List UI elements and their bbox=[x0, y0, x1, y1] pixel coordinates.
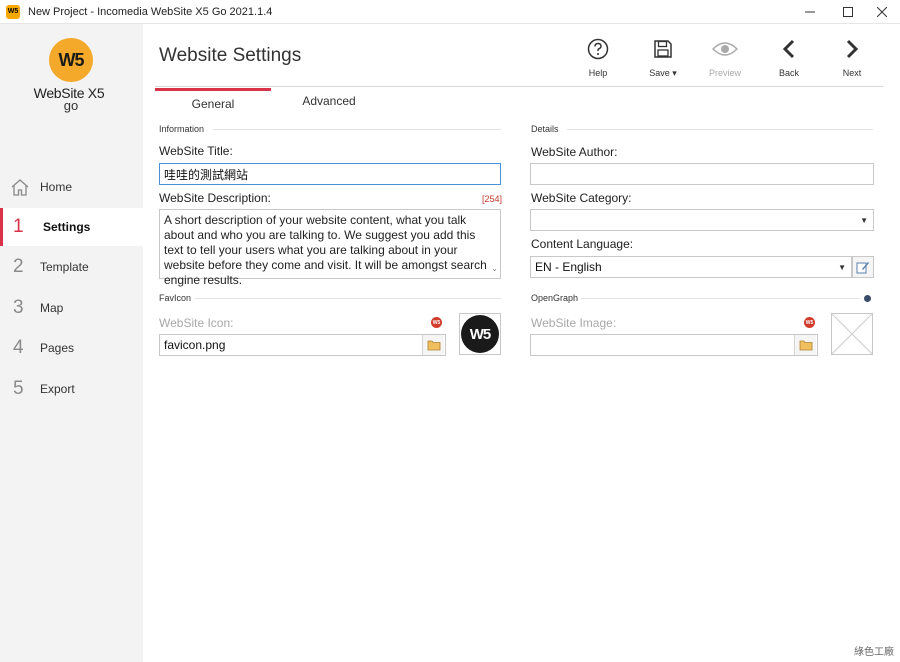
preview-button[interactable]: Preview bbox=[700, 36, 750, 78]
folder-icon bbox=[427, 340, 440, 351]
sidebar-item-label: Pages bbox=[40, 341, 75, 355]
window-title: New Project - Incomedia WebSite X5 Go 20… bbox=[28, 5, 273, 18]
logo-mark: W5 bbox=[49, 38, 93, 82]
favicon-preview: W5 bbox=[459, 313, 501, 355]
main-panel: Website Settings Help Save ▾ Preview Bac… bbox=[143, 24, 900, 662]
section-details: Details bbox=[531, 124, 559, 134]
content-language-label: Content Language: bbox=[531, 237, 634, 251]
chevron-left-icon bbox=[764, 36, 814, 62]
description-text: A short description of your website cont… bbox=[164, 213, 487, 287]
close-icon bbox=[877, 7, 887, 17]
website-category-select[interactable]: ▼ bbox=[530, 209, 874, 231]
scroll-down-icon[interactable]: ⌄ bbox=[491, 261, 498, 276]
sidebar-item-home[interactable]: Home bbox=[0, 168, 143, 206]
title-bar: W5 New Project - Incomedia WebSite X5 Go… bbox=[0, 0, 900, 24]
tab-advanced[interactable]: Advanced bbox=[271, 88, 387, 112]
sidebar-item-label: Settings bbox=[43, 220, 91, 234]
step-number: 1 bbox=[13, 216, 24, 237]
step-number: 5 bbox=[13, 378, 24, 399]
browse-icon-button[interactable] bbox=[422, 335, 444, 355]
icon-filename: favicon.png bbox=[164, 338, 226, 352]
website-image-input[interactable] bbox=[530, 334, 818, 356]
website-title-label: WebSite Title: bbox=[159, 144, 233, 158]
home-icon bbox=[0, 178, 40, 196]
chevron-right-icon bbox=[827, 36, 877, 62]
content-language-select[interactable]: EN - English ▼ bbox=[530, 256, 852, 278]
app-logo: W5 WebSite X5 go bbox=[34, 38, 107, 128]
minimize-button[interactable] bbox=[792, 0, 828, 24]
edit-language-button[interactable] bbox=[852, 256, 874, 278]
dropdown-arrow-icon: ▼ bbox=[838, 263, 846, 272]
section-divider bbox=[581, 298, 859, 299]
tab-label: Advanced bbox=[302, 94, 356, 108]
sidebar-item-label: Home bbox=[40, 180, 73, 194]
w5-badge-icon: W5 bbox=[804, 317, 815, 328]
preview-label: Preview bbox=[708, 68, 741, 78]
opengraph-info-icon[interactable] bbox=[863, 292, 872, 302]
website-description-textarea[interactable]: A short description of your website cont… bbox=[159, 209, 501, 287]
eye-icon bbox=[700, 36, 750, 62]
image-placeholder bbox=[831, 313, 873, 355]
save-icon bbox=[638, 36, 688, 62]
save-button[interactable]: Save ▾ bbox=[638, 36, 688, 79]
browse-image-button[interactable] bbox=[794, 335, 816, 355]
sidebar: W5 WebSite X5 go Home 1 Settings 2 Templ… bbox=[0, 24, 143, 662]
back-button[interactable]: Back bbox=[764, 36, 814, 78]
next-label: Next bbox=[842, 68, 862, 78]
favicon-preview-logo: W5 bbox=[461, 315, 499, 353]
sidebar-item-template[interactable]: 2 Template bbox=[0, 248, 143, 286]
sidebar-item-label: Template bbox=[40, 260, 89, 274]
help-label: Help bbox=[588, 68, 608, 78]
sidebar-item-pages[interactable]: 4 Pages bbox=[0, 329, 143, 367]
app-icon: W5 bbox=[6, 4, 20, 19]
minimize-icon bbox=[805, 11, 815, 13]
step-number: 4 bbox=[13, 337, 24, 358]
sidebar-item-map[interactable]: 3 Map bbox=[0, 289, 143, 327]
page-title: Website Settings bbox=[159, 45, 302, 66]
website-author-input[interactable] bbox=[530, 163, 874, 185]
step-number: 2 bbox=[13, 256, 24, 277]
help-button[interactable]: Help bbox=[573, 36, 623, 78]
next-button[interactable]: Next bbox=[827, 36, 877, 78]
save-label: Save ▾ bbox=[649, 68, 677, 78]
maximize-button[interactable] bbox=[830, 0, 866, 24]
folder-icon bbox=[799, 340, 812, 351]
website-image-label: WebSite Image: bbox=[531, 316, 617, 330]
edit-icon bbox=[856, 262, 869, 274]
back-label: Back bbox=[778, 68, 799, 78]
section-divider bbox=[213, 129, 501, 130]
sidebar-item-export[interactable]: 5 Export bbox=[0, 370, 143, 408]
watermark: 綠色工廠 bbox=[854, 647, 894, 658]
tab-label: General bbox=[191, 97, 235, 111]
website-description-label: WebSite Description: bbox=[159, 191, 271, 205]
section-favicon: FavIcon bbox=[159, 293, 192, 303]
section-divider bbox=[567, 129, 873, 130]
description-char-counter: [254] bbox=[482, 194, 503, 204]
section-divider bbox=[195, 298, 501, 299]
sidebar-item-settings[interactable]: 1 Settings bbox=[0, 208, 143, 246]
empty-image-icon bbox=[831, 313, 873, 355]
maximize-icon bbox=[843, 7, 853, 17]
website-category-label: WebSite Category: bbox=[531, 191, 632, 205]
section-information: Information bbox=[159, 124, 205, 134]
website-title-input[interactable] bbox=[159, 163, 501, 185]
close-button[interactable] bbox=[864, 0, 900, 24]
help-icon bbox=[573, 36, 623, 62]
website-icon-input[interactable]: favicon.png bbox=[159, 334, 446, 356]
header-divider bbox=[155, 86, 883, 87]
language-value: EN - English bbox=[535, 260, 602, 274]
sidebar-item-label: Map bbox=[40, 301, 64, 315]
sidebar-item-label: Export bbox=[40, 382, 75, 396]
tab-general[interactable]: General bbox=[155, 88, 271, 112]
step-number: 3 bbox=[13, 297, 24, 318]
website-author-label: WebSite Author: bbox=[531, 145, 618, 159]
w5-badge-icon: W5 bbox=[431, 317, 442, 328]
website-icon-label: WebSite Icon: bbox=[159, 316, 234, 330]
dropdown-arrow-icon: ▼ bbox=[860, 216, 868, 225]
section-opengraph: OpenGraph bbox=[531, 293, 579, 303]
